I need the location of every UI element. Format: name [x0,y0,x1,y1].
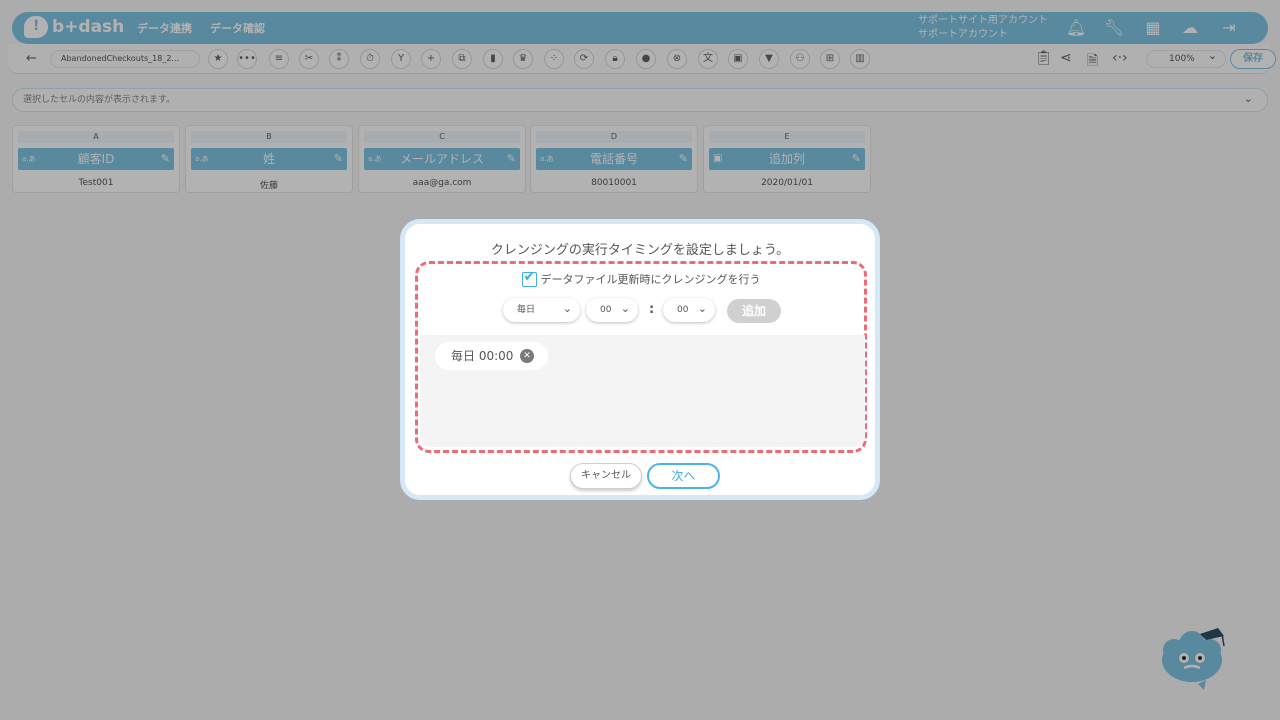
hour-select[interactable]: 00 ⌄ [586,298,638,322]
cleansing-timing-dialog: クレンジングの実行タイミングを設定しましょう。 データファイル更新時にクレンジン… [400,219,880,500]
minute-value: 00 [677,305,689,315]
time-separator: : [649,302,655,317]
chevron-down-icon: ⌄ [697,302,707,315]
cancel-button[interactable]: キャンセル [570,463,642,489]
checkbox-label: データファイル更新時にクレンジングを行う [540,273,761,286]
frequency-select[interactable]: 毎日 ⌄ [503,298,580,322]
remove-schedule-icon[interactable]: ✕ [520,349,534,363]
frequency-value: 毎日 [517,305,536,315]
minute-select[interactable]: 00 ⌄ [663,298,715,322]
hour-value: 00 [600,305,612,315]
update-trigger-option[interactable]: データファイル更新時にクレンジングを行う [418,269,864,287]
next-button[interactable]: 次へ [647,463,720,489]
dialog-title: クレンジングの実行タイミングを設定しましょう。 [490,243,790,258]
add-schedule-button[interactable]: 追加 [727,299,781,323]
chevron-down-icon: ⌄ [620,302,630,315]
chevron-down-icon: ⌄ [562,302,572,315]
highlight-frame: データファイル更新時にクレンジングを行う 毎日 ⌄ 00 ⌄ : 00 ⌄ 追加… [415,261,867,453]
update-trigger-checkbox[interactable] [521,269,537,287]
schedule-list: 毎日 00:00 ✕ [420,335,865,447]
schedule-chip: 毎日 00:00 ✕ [435,342,548,370]
schedule-label: 毎日 00:00 [451,349,514,363]
